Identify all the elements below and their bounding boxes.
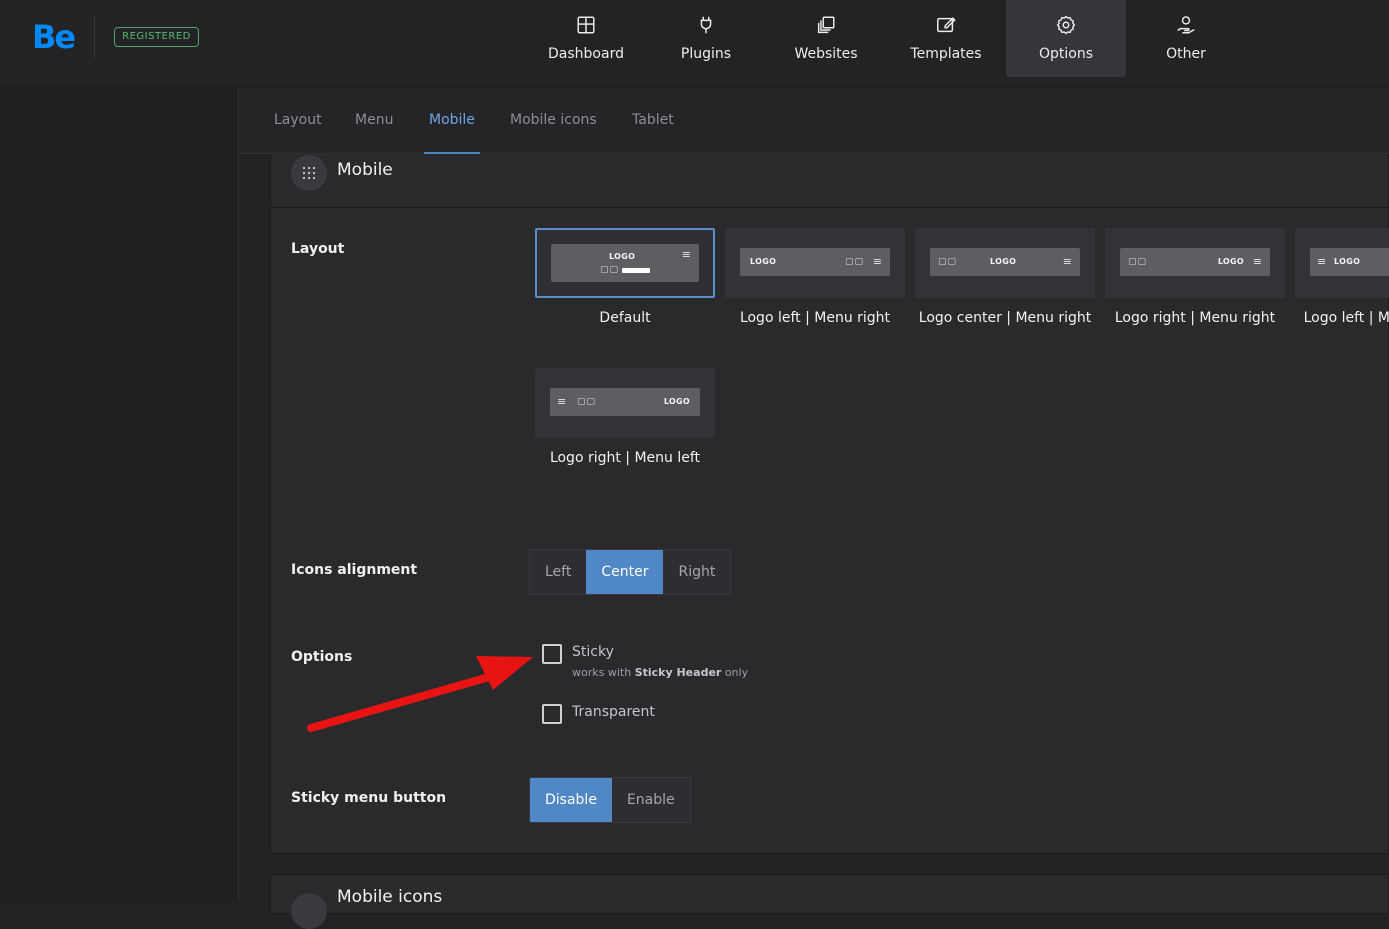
- preview-icons: ▢▢: [1128, 257, 1148, 267]
- tab-tablet[interactable]: Tablet: [632, 88, 674, 154]
- layout-option-logo-right-menu-right[interactable]: ▢▢ LOGO ≡: [1105, 228, 1285, 298]
- align-right-button[interactable]: Right: [663, 550, 731, 594]
- layout-caption: Logo right | Menu left: [549, 450, 701, 466]
- preview-icons: ▢▢: [938, 257, 958, 267]
- nav-label: Templates: [910, 46, 982, 62]
- nav-label: Other: [1166, 46, 1206, 62]
- layout-option-logo-left-menu-right[interactable]: LOGO ▢▢ ≡: [725, 228, 905, 298]
- sub-tabs: Layout Menu Mobile Mobile icons Tablet: [240, 88, 1389, 154]
- tab-mobile-icons[interactable]: Mobile icons: [510, 88, 597, 154]
- hamburger-icon: ≡: [557, 395, 567, 408]
- nav-label: Websites: [794, 46, 858, 62]
- tab-mobile[interactable]: Mobile: [424, 88, 480, 154]
- layout-caption: Logo left | M: [1303, 310, 1389, 326]
- preview-logo: LOGO: [609, 252, 636, 261]
- panel-title: Mobile icons: [337, 887, 443, 907]
- layout-preview: ≡ LOGO: [1310, 248, 1389, 276]
- nav-label: Plugins: [680, 46, 732, 62]
- preview-icons: ▢▢: [577, 397, 597, 407]
- tab-menu[interactable]: Menu: [355, 88, 393, 154]
- transparent-checkbox[interactable]: [542, 704, 562, 724]
- layout-caption: Default: [599, 310, 651, 326]
- preview-logo: LOGO: [663, 397, 690, 406]
- mobile-panel: Mobile Layout LOGO ≡ ▢▢ Default LOGO ▢▢ …: [270, 154, 1389, 854]
- hamburger-icon: ≡: [1252, 255, 1262, 268]
- preview-logo: LOGO: [990, 257, 1017, 266]
- sticky-menu-button-label: Sticky menu button: [291, 790, 447, 806]
- nav-label: Options: [1038, 46, 1094, 62]
- layout-caption: Logo left | Menu right: [739, 310, 891, 326]
- grid-dots-icon: [291, 155, 327, 191]
- hamburger-icon: ≡: [1062, 255, 1072, 268]
- layout-caption: Logo center | Menu right: [918, 310, 1092, 326]
- preview-logo: LOGO: [1217, 257, 1244, 266]
- nav-templates[interactable]: Templates: [886, 0, 1006, 77]
- user-hand-icon: [1177, 16, 1195, 34]
- nav-plugins[interactable]: Plugins: [646, 0, 766, 77]
- brand-logo[interactable]: Be: [32, 18, 76, 56]
- transparent-label[interactable]: Transparent: [572, 704, 655, 720]
- nav-websites[interactable]: Websites: [766, 0, 886, 77]
- align-center-button[interactable]: Center: [586, 550, 664, 594]
- nav-label: Dashboard: [548, 46, 624, 62]
- layout-option-logo-right-menu-left[interactable]: ≡ ▢▢ LOGO: [535, 368, 715, 438]
- sidebar: [0, 88, 239, 900]
- sticky-hint: works with Sticky Header only: [572, 666, 748, 679]
- preview-icons: ▢▢: [844, 257, 864, 267]
- hint-text: only: [724, 666, 749, 679]
- layout-label: Layout: [291, 241, 345, 257]
- options-label: Options: [291, 649, 353, 665]
- sticky-label[interactable]: Sticky: [572, 644, 614, 660]
- layout-preview: LOGO ▢▢ ≡: [740, 248, 890, 276]
- enable-button[interactable]: Enable: [611, 778, 690, 822]
- hamburger-icon: ≡: [681, 248, 691, 261]
- hamburger-icon: ≡: [1317, 255, 1327, 268]
- panel-header: Mobile: [271, 154, 1389, 208]
- preview-bar: [622, 268, 650, 273]
- hamburger-icon: ≡: [872, 255, 882, 268]
- tab-layout[interactable]: Layout: [274, 88, 322, 154]
- layout-preview: ≡ ▢▢ LOGO: [550, 388, 700, 416]
- main-nav: Dashboard Plugins Websites Templates Opt…: [526, 0, 1246, 77]
- layout-preview: ▢▢ LOGO ≡: [930, 248, 1080, 276]
- layout-preview: ▢▢ LOGO ≡: [1120, 248, 1270, 276]
- nav-options[interactable]: Options: [1006, 0, 1126, 77]
- gear-icon: [1056, 15, 1076, 35]
- nav-other[interactable]: Other: [1126, 0, 1246, 77]
- icons-alignment-segmented: Left Center Right: [529, 549, 732, 595]
- preview-logo: LOGO: [750, 257, 777, 266]
- hint-text: works with: [572, 666, 632, 679]
- websites-icon: [817, 16, 835, 34]
- mobile-icons-panel: Mobile icons: [270, 874, 1389, 929]
- panel-title: Mobile: [337, 160, 393, 180]
- icons-alignment-label: Icons alignment: [291, 562, 418, 578]
- layout-option-logo-left-menu-left[interactable]: ≡ LOGO: [1295, 228, 1389, 298]
- top-bar: Be REGISTERED Dashboard Plugins Websites…: [0, 0, 1389, 87]
- main-content: Layout Menu Mobile Mobile icons Tablet M…: [240, 88, 1389, 929]
- align-left-button[interactable]: Left: [530, 550, 587, 594]
- layout-caption: Logo right | Menu right: [1114, 310, 1276, 326]
- layout-option-default[interactable]: LOGO ≡ ▢▢: [535, 228, 715, 298]
- sticky-menu-button-segmented: Disable Enable: [529, 777, 691, 823]
- preview-icons: ▢▢: [600, 265, 620, 275]
- sticky-checkbox[interactable]: [542, 644, 562, 664]
- hint-bold: Sticky Header: [634, 666, 722, 679]
- preview-logo: LOGO: [1334, 257, 1361, 266]
- disable-button[interactable]: Disable: [530, 778, 612, 822]
- registered-badge: REGISTERED: [114, 27, 199, 47]
- layout-option-logo-center-menu-right[interactable]: ▢▢ LOGO ≡: [915, 228, 1095, 298]
- layout-preview: LOGO ≡ ▢▢: [551, 244, 699, 282]
- templates-icon: [937, 17, 956, 33]
- nav-dashboard[interactable]: Dashboard: [526, 0, 646, 77]
- logo-divider: [94, 16, 95, 58]
- grid-dots-icon: [291, 893, 327, 929]
- plug-icon: [700, 16, 712, 34]
- dashboard-icon: [577, 16, 595, 34]
